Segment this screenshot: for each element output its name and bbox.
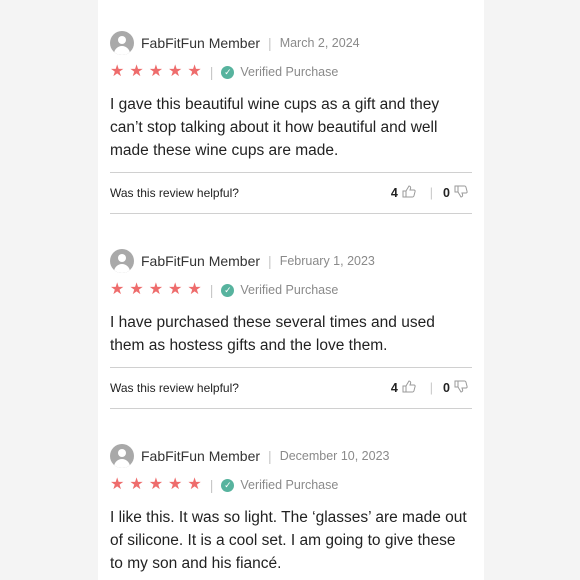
review-text: I like this. It was so light. The ‘glass… bbox=[110, 509, 467, 572]
divider: | bbox=[209, 282, 214, 298]
thumbs-down-icon[interactable] bbox=[454, 185, 468, 201]
divider: | bbox=[268, 253, 272, 269]
star-icon: ★ bbox=[148, 476, 164, 493]
avatar bbox=[110, 249, 134, 273]
star-rating: ★ ★ ★ ★ ★ bbox=[110, 282, 202, 298]
divider: | bbox=[268, 448, 272, 464]
avatar bbox=[110, 31, 134, 55]
star-icon: ★ bbox=[187, 63, 202, 80]
divider: | bbox=[209, 477, 214, 493]
review-card: FabFitFun Member | March 2, 2024 ★ ★ ★ ★… bbox=[110, 31, 472, 214]
helpful-question: Was this review helpful? bbox=[110, 186, 239, 200]
divider: | bbox=[268, 35, 272, 51]
divider: | bbox=[429, 381, 434, 395]
helpful-bar: Was this review helpful? 4 | 0 bbox=[110, 172, 472, 214]
star-icon: ★ bbox=[187, 281, 202, 298]
star-icon: ★ bbox=[148, 281, 164, 298]
verified-purchase-label: Verified Purchase bbox=[240, 283, 339, 297]
star-icon: ★ bbox=[168, 281, 183, 298]
divider: | bbox=[209, 64, 214, 80]
star-icon: ★ bbox=[168, 476, 183, 493]
divider: | bbox=[429, 186, 434, 200]
helpful-yes-count: 4 bbox=[390, 381, 398, 395]
helpful-votes: 4 | 0 bbox=[391, 380, 472, 396]
star-icon: ★ bbox=[110, 281, 125, 298]
star-icon: ★ bbox=[148, 63, 164, 80]
helpful-question: Was this review helpful? bbox=[110, 381, 239, 395]
review-date: February 1, 2023 bbox=[279, 254, 375, 268]
helpful-no-count: 0 bbox=[443, 186, 450, 200]
verified-purchase-label: Verified Purchase bbox=[240, 478, 339, 492]
star-rating: ★ ★ ★ ★ ★ bbox=[110, 64, 202, 80]
review-text: I have purchased these several times and… bbox=[110, 314, 435, 354]
helpful-yes-count: 4 bbox=[390, 186, 398, 200]
star-rating: ★ ★ ★ ★ ★ bbox=[110, 477, 202, 493]
thumbs-up-icon[interactable] bbox=[402, 185, 416, 201]
helpful-no-count: 0 bbox=[443, 381, 450, 395]
star-icon: ★ bbox=[110, 63, 125, 80]
star-icon: ★ bbox=[129, 281, 144, 298]
check-icon: ✓ bbox=[221, 478, 235, 492]
star-icon: ★ bbox=[168, 63, 183, 80]
review-date: March 2, 2024 bbox=[279, 36, 360, 50]
star-icon: ★ bbox=[187, 476, 202, 493]
helpful-bar: Was this review helpful? 4 | 0 bbox=[110, 367, 472, 409]
star-icon: ★ bbox=[110, 476, 125, 493]
star-icon: ★ bbox=[129, 63, 144, 80]
avatar bbox=[110, 444, 134, 468]
review-text: I gave this beautiful wine cups as a gif… bbox=[110, 96, 440, 159]
check-icon: ✓ bbox=[221, 283, 235, 297]
thumbs-up-icon[interactable] bbox=[402, 380, 416, 396]
verified-purchase-label: Verified Purchase bbox=[240, 65, 339, 79]
check-icon: ✓ bbox=[221, 65, 235, 79]
reviewer-name: FabFitFun Member bbox=[141, 448, 261, 464]
helpful-votes: 4 | 0 bbox=[391, 185, 472, 201]
thumbs-down-icon[interactable] bbox=[454, 380, 468, 396]
review-date: December 10, 2023 bbox=[279, 449, 390, 463]
review-card: FabFitFun Member | February 1, 2023 ★ ★ … bbox=[110, 249, 472, 409]
reviewer-name: FabFitFun Member bbox=[141, 35, 261, 51]
reviewer-name: FabFitFun Member bbox=[141, 253, 261, 269]
star-icon: ★ bbox=[129, 476, 144, 493]
review-card: FabFitFun Member | December 10, 2023 ★ ★… bbox=[110, 444, 472, 575]
